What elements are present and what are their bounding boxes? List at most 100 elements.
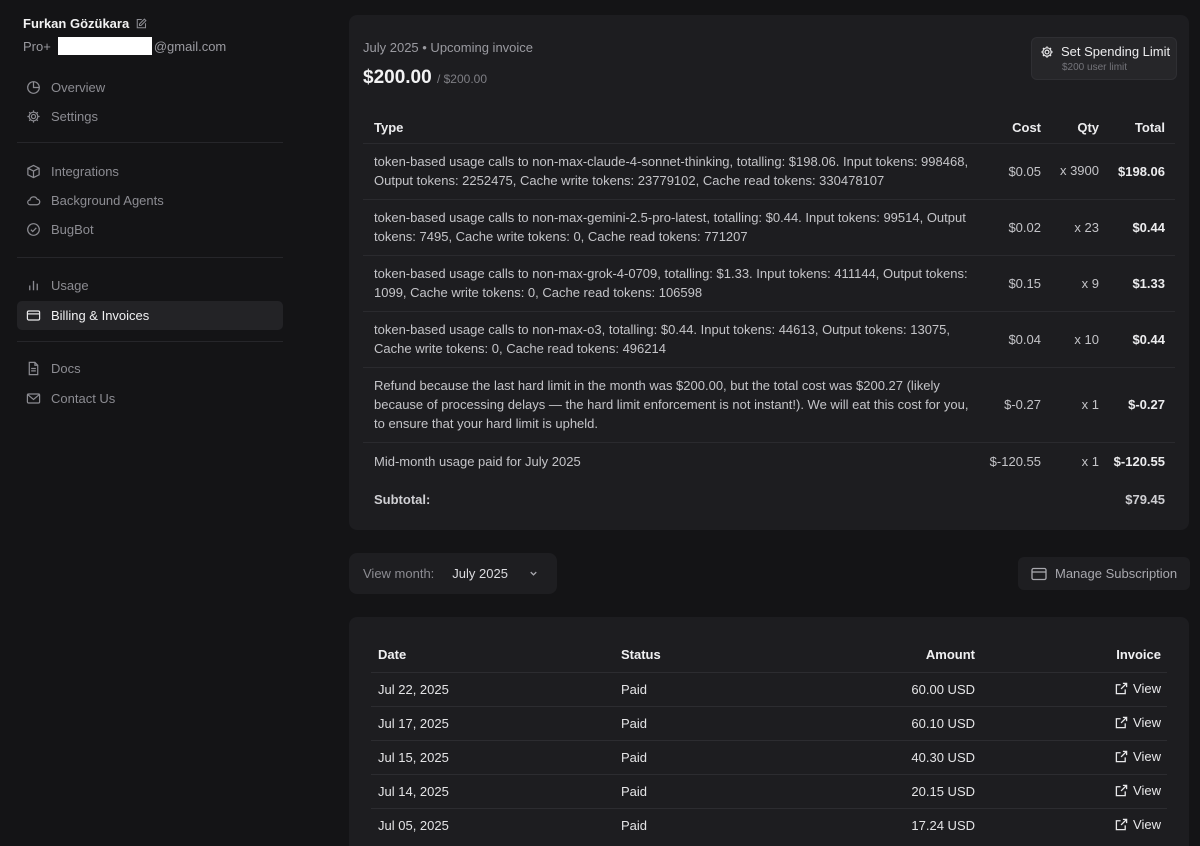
external-link-icon bbox=[1115, 818, 1128, 831]
sidebar-item-integrations[interactable]: Integrations bbox=[17, 157, 283, 186]
credit-card-icon bbox=[26, 310, 41, 321]
empty-cell bbox=[973, 480, 1041, 518]
col-qty: Qty bbox=[1077, 120, 1099, 136]
row-date: Jul 15, 2025 bbox=[371, 739, 614, 774]
row-status: Paid bbox=[614, 807, 814, 842]
row-status: Paid bbox=[614, 671, 814, 706]
sidebar-item-label: Contact Us bbox=[51, 391, 116, 406]
nav-group-billing: Usage Billing & Invoices bbox=[17, 271, 283, 330]
sidebar-item-label: Overview bbox=[51, 80, 106, 95]
item-cost: $0.05 bbox=[973, 142, 1041, 199]
view-label: View bbox=[1133, 714, 1161, 730]
view-label: View bbox=[1133, 816, 1161, 832]
month-select[interactable]: July 2025 bbox=[452, 566, 539, 581]
item-cost: $-0.27 bbox=[973, 366, 1041, 442]
invoice-history-table: Date Status Amount Invoice Jul 22, 2025 … bbox=[371, 638, 1167, 842]
row-date: Jul 05, 2025 bbox=[371, 807, 614, 842]
view-invoice-link[interactable]: View bbox=[1115, 817, 1161, 832]
table-row: Jul 17, 2025 Paid 60.10 USD View bbox=[371, 705, 1167, 740]
row-date: Jul 14, 2025 bbox=[371, 773, 614, 808]
table-row: Jul 05, 2025 Paid 17.24 USD View bbox=[371, 807, 1167, 842]
view-invoice-link[interactable]: View bbox=[1115, 681, 1161, 696]
manage-subscription-button[interactable]: Manage Subscription bbox=[1018, 557, 1190, 590]
item-total: $0.44 bbox=[1099, 310, 1175, 367]
item-qty: x 23 bbox=[1041, 198, 1099, 255]
table-row: Mid-month usage paid for July 2025 $-120… bbox=[363, 441, 1175, 480]
row-date: Jul 22, 2025 bbox=[371, 671, 614, 706]
spending-limit-sub: $200 user limit bbox=[1062, 62, 1128, 73]
sidebar-item-background-agents[interactable]: Background Agents bbox=[17, 186, 283, 215]
sidebar-item-contact[interactable]: Contact Us bbox=[17, 384, 283, 413]
redacted-email bbox=[57, 37, 152, 55]
empty-cell bbox=[1041, 480, 1099, 518]
item-type: token-based usage calls to non-max-grok-… bbox=[363, 254, 973, 311]
item-type: Mid-month usage paid for July 2025 bbox=[363, 441, 973, 480]
item-qty: x 10 bbox=[1041, 310, 1099, 367]
item-qty: x 1 bbox=[1041, 366, 1099, 442]
sidebar-item-bugbot[interactable]: BugBot bbox=[17, 215, 283, 244]
subtotal-label: Subtotal: bbox=[374, 491, 431, 507]
sidebar-item-label: Integrations bbox=[51, 164, 119, 179]
col-total: Total bbox=[1134, 120, 1165, 136]
row-invoice: View bbox=[983, 807, 1167, 842]
external-link-icon bbox=[1115, 784, 1128, 796]
manage-subscription-label: Manage Subscription bbox=[1055, 566, 1178, 581]
table-row: Refund because the last hard limit in th… bbox=[363, 366, 1175, 442]
view-invoice-link[interactable]: View bbox=[1115, 715, 1161, 730]
col-date: Date bbox=[378, 647, 407, 663]
sidebar-item-label: Docs bbox=[51, 361, 81, 376]
sidebar-item-billing[interactable]: Billing & Invoices bbox=[17, 301, 283, 330]
item-cost: $-120.55 bbox=[973, 441, 1041, 480]
sidebar-item-label: Background Agents bbox=[51, 193, 164, 208]
item-qty: x 3900 bbox=[1041, 142, 1099, 199]
user-info: Furkan Gözükara Pro+ @gmail.com bbox=[23, 16, 226, 55]
table-header-row: Type Cost Qty Total bbox=[363, 113, 1175, 143]
plan-label: Pro+ bbox=[23, 38, 51, 54]
view-invoice-link[interactable]: View bbox=[1115, 783, 1161, 798]
table-row: token-based usage calls to non-max-claud… bbox=[363, 142, 1175, 199]
row-amount: 60.00 USD bbox=[814, 671, 983, 706]
row-invoice: View bbox=[983, 671, 1167, 706]
bar-chart-icon bbox=[29, 280, 38, 291]
view-label: View bbox=[1133, 782, 1161, 798]
pie-chart-icon bbox=[27, 81, 40, 94]
user-name-row: Furkan Gözükara bbox=[23, 16, 226, 31]
sidebar-item-usage[interactable]: Usage bbox=[17, 271, 283, 300]
subtotal-value: $79.45 bbox=[1125, 491, 1165, 507]
sidebar-item-docs[interactable]: Docs bbox=[17, 354, 283, 383]
user-name: Furkan Gözükara bbox=[23, 16, 130, 31]
nav-group-agents: Integrations Background Agents BugBot bbox=[17, 157, 283, 244]
table-row: Jul 14, 2025 Paid 20.15 USD View bbox=[371, 773, 1167, 808]
sidebar-item-label: Usage bbox=[51, 278, 89, 293]
row-status: Paid bbox=[614, 705, 814, 740]
document-icon bbox=[28, 361, 39, 376]
item-total: $-120.55 bbox=[1099, 441, 1175, 480]
gear-icon bbox=[1041, 45, 1053, 58]
user-email: Pro+ @gmail.com bbox=[23, 37, 226, 55]
view-label: View bbox=[1133, 680, 1161, 696]
cloud-icon bbox=[27, 196, 41, 206]
mail-icon bbox=[26, 393, 41, 404]
row-date: Jul 17, 2025 bbox=[371, 705, 614, 740]
table-row: Jul 15, 2025 Paid 40.30 USD View bbox=[371, 739, 1167, 774]
upcoming-invoice-panel: July 2025 • Upcoming invoice $200.00 / $… bbox=[349, 15, 1189, 530]
row-amount: 20.15 USD bbox=[814, 773, 983, 808]
sidebar-item-settings[interactable]: Settings bbox=[17, 102, 283, 131]
item-type: token-based usage calls to non-max-claud… bbox=[363, 142, 973, 199]
set-spending-limit-button[interactable]: Set Spending Limit $200 user limit bbox=[1031, 37, 1177, 80]
invoice-amount: $200.00 / $200.00 bbox=[363, 67, 487, 89]
edit-icon[interactable] bbox=[135, 17, 147, 30]
row-amount: 60.10 USD bbox=[814, 705, 983, 740]
invoice-amount-value: $200.00 bbox=[363, 67, 432, 88]
credit-card-icon bbox=[1031, 567, 1047, 580]
divider bbox=[17, 257, 283, 258]
table-row: token-based usage calls to non-max-grok-… bbox=[363, 254, 1175, 311]
table-row: Jul 22, 2025 Paid 60.00 USD View bbox=[371, 671, 1167, 706]
view-invoice-link[interactable]: View bbox=[1115, 749, 1161, 764]
sidebar-item-overview[interactable]: Overview bbox=[17, 73, 283, 102]
col-amount: Amount bbox=[925, 647, 975, 663]
table-row: token-based usage calls to non-max-o3, t… bbox=[363, 310, 1175, 367]
nav-group-main: Overview Settings bbox=[17, 73, 283, 131]
email-domain: @gmail.com bbox=[153, 38, 227, 54]
divider bbox=[17, 142, 283, 143]
